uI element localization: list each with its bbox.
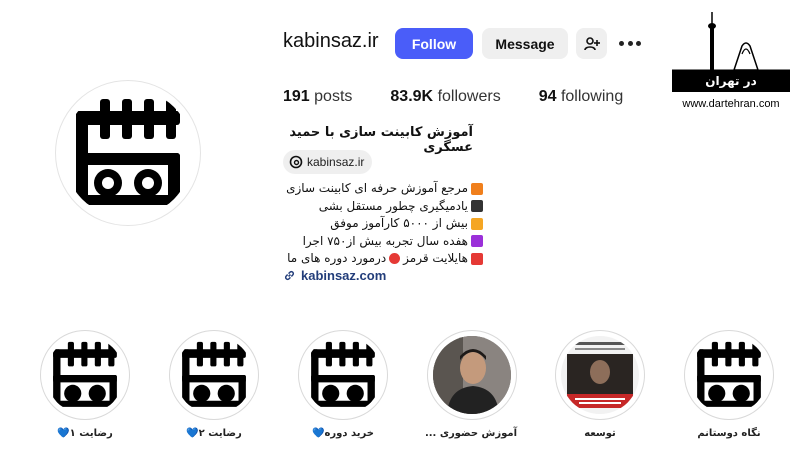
- threads-handle: kabinsaz.ir: [307, 155, 365, 169]
- highlight-cover: [46, 336, 124, 414]
- profile-avatar: [63, 88, 193, 218]
- highlight-label: خرید دوره💙: [312, 428, 374, 439]
- bio-line: مرجع آموزش حرفه ای کابینت سازی: [283, 180, 483, 198]
- highlight-item[interactable]: خرید دوره💙: [298, 330, 388, 439]
- highlight-ring: [40, 330, 130, 420]
- highlight-cover: [433, 336, 511, 414]
- poster-thumbnail-icon: [561, 336, 639, 414]
- highlight-item[interactable]: آموزش حضوری ...: [424, 330, 517, 439]
- highlight-label: رضایت ۱💙: [57, 428, 113, 439]
- posts-stat: 191 posts: [283, 88, 352, 106]
- highlight-item[interactable]: توسعه: [555, 330, 645, 439]
- watermark-url: www.dartehran.com: [682, 98, 780, 110]
- following-label: following: [560, 88, 624, 105]
- threads-badge[interactable]: kabinsaz.ir: [283, 150, 373, 174]
- highlight-cover: [690, 336, 768, 414]
- highlight-cover: [175, 336, 253, 414]
- bio-line: هفده سال تجربه بیش از۷۵۰ اجرا: [283, 233, 483, 251]
- dartehran-watermark: در تهران www.dartehran.com: [672, 10, 790, 115]
- orange-square-icon: [471, 182, 483, 195]
- red-square-icon: [471, 252, 483, 265]
- link-text: kabinsaz.com: [301, 268, 387, 283]
- suggest-users-button[interactable]: [576, 28, 607, 59]
- person-photo-icon: [433, 336, 511, 414]
- highlight-ring: [298, 330, 388, 420]
- bio-line: یادمیگیری چطور مستقل بشی: [283, 198, 483, 216]
- highlight-label: رضایت ۲💙: [186, 428, 242, 439]
- bio-line: هایلایت قرمز درمورد دوره های ما: [283, 250, 483, 268]
- message-button[interactable]: Message: [482, 28, 568, 59]
- person-add-icon: [583, 36, 600, 50]
- followers-count: 83.9K: [390, 88, 434, 105]
- profile-bio: مرجع آموزش حرفه ای کابینت سازی یادمیگیری…: [283, 180, 483, 268]
- kabinsaz-logo-icon: [697, 341, 761, 407]
- story-highlights: رضایت ۱💙 رضایت ۲💙 خرید دوره💙 آموزش حضوری…: [0, 330, 800, 450]
- followers-stat[interactable]: 83.9K followers: [390, 88, 500, 106]
- bio-line: بیش از ۵۰۰۰ کارآموز موفق: [283, 215, 483, 233]
- highlight-label: توسعه: [584, 428, 616, 439]
- highlight-ring: [555, 330, 645, 420]
- following-count: 94: [538, 88, 557, 105]
- highlight-cover: [304, 336, 382, 414]
- profile-stats: 191 posts 83.9K followers 94 following: [283, 88, 661, 106]
- highlight-item[interactable]: نگاه دوستانم: [684, 330, 774, 439]
- follow-button[interactable]: Follow: [395, 28, 473, 59]
- highlight-ring: [169, 330, 259, 420]
- black-square-icon: [471, 200, 483, 213]
- highlight-ring: [684, 330, 774, 420]
- more-dots-icon: [619, 40, 624, 46]
- purple-square-icon: [471, 235, 483, 248]
- username: kabinsaz.ir: [283, 30, 379, 52]
- highlight-item[interactable]: رضایت ۱💙: [40, 330, 130, 439]
- profile-avatar-ring[interactable]: [55, 80, 201, 226]
- yellow-square-icon: [471, 217, 483, 230]
- highlight-ring: [427, 330, 517, 420]
- posts-count: 191: [283, 88, 310, 105]
- kabinsaz-logo-icon: [53, 341, 117, 407]
- kabinsaz-logo-icon: [311, 341, 375, 407]
- link-icon: [284, 270, 295, 281]
- watermark-title: در تهران: [672, 70, 790, 92]
- posts-label: posts: [314, 88, 353, 105]
- highlight-label: آموزش حضوری ...: [424, 428, 517, 439]
- followers-label: followers: [437, 88, 501, 105]
- more-options-button[interactable]: [619, 34, 641, 52]
- external-link[interactable]: kabinsaz.com: [283, 268, 386, 283]
- red-circle-icon: [389, 253, 401, 265]
- highlight-item[interactable]: رضایت ۲💙: [169, 330, 259, 439]
- highlight-label: نگاه دوستانم: [697, 428, 761, 439]
- threads-icon: [289, 155, 303, 169]
- kabinsaz-logo-icon: [182, 341, 246, 407]
- kabinsaz-logo-icon: [66, 91, 190, 215]
- milad-tower-icon: [672, 12, 790, 71]
- following-stat[interactable]: 94 following: [539, 88, 624, 106]
- highlight-cover: [561, 336, 639, 414]
